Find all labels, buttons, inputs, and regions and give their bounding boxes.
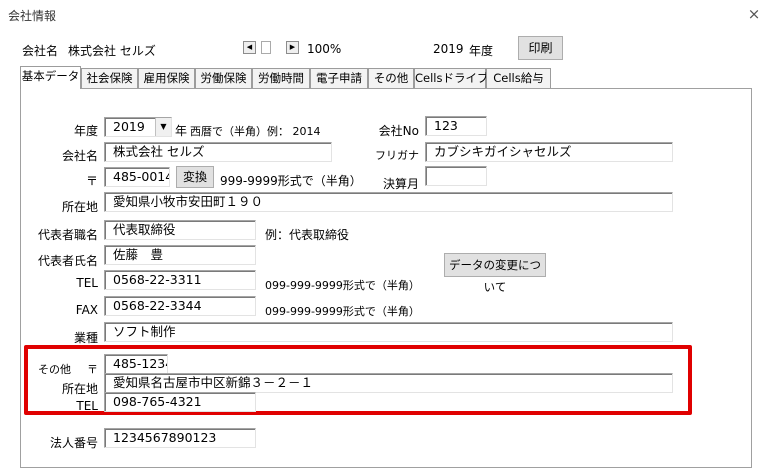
zoom-increase-button[interactable]: ▶ <box>286 41 299 54</box>
company-no-field[interactable]: 123 <box>425 116 487 136</box>
header-year-unit: 年度 <box>469 44 494 58</box>
rep-title-hint: 例：代表取締役 <box>265 228 350 242</box>
postal-hint: 999-9999形式で（半角） <box>220 174 362 188</box>
year-label: 年度 <box>73 124 98 138</box>
other-address-field[interactable]: 愛知県名古屋市中区新錦３－２－１ <box>104 373 673 393</box>
tab-employment-insurance[interactable]: 雇用保険 <box>138 68 195 88</box>
zoom-decrease-button[interactable]: ◀ <box>243 41 256 54</box>
address-label: 所在地 <box>61 200 98 214</box>
company-name-field[interactable]: 株式会社 セルズ <box>104 142 332 162</box>
other-tel-field[interactable]: 098-765-4321 <box>104 392 256 412</box>
fiscal-month-label: 決算月 <box>382 177 419 191</box>
fiscal-month-field[interactable] <box>425 166 487 186</box>
tab-other[interactable]: その他 <box>368 68 414 88</box>
other-postal-label: 〒 <box>87 363 98 376</box>
industry-label: 業種 <box>73 331 98 345</box>
year-hint: 西暦で（半角）例： 2014 <box>190 125 321 138</box>
other-tel-label: TEL <box>76 399 98 413</box>
postal-label: 〒 <box>85 174 98 188</box>
window-title: 会社情報 <box>8 9 57 23</box>
rep-title-label: 代表者職名 <box>37 228 98 242</box>
tab-cells-payroll[interactable]: Cells給与 <box>486 68 551 88</box>
other-label: その他 <box>38 363 71 376</box>
print-button[interactable]: 印刷 <box>518 36 563 60</box>
tel-hint: 099-999-9999形式で（半角） <box>265 279 420 292</box>
postal-field[interactable]: 485-0014 <box>104 167 170 187</box>
tab-labor-insurance[interactable]: 労働保険 <box>195 68 252 88</box>
year-unit: 年 <box>175 124 188 138</box>
chevron-down-icon[interactable]: ▼ <box>155 118 171 136</box>
tel-field[interactable]: 0568-22-3311 <box>104 270 256 290</box>
zoom-level: 100% <box>307 42 342 56</box>
convert-button[interactable]: 変換 <box>176 166 214 188</box>
tab-basic-data[interactable]: 基本データ <box>20 66 81 89</box>
corp-no-field[interactable]: 1234567890123 <box>104 428 256 448</box>
address-field[interactable]: 愛知県小牧市安田町１９０ <box>104 192 673 212</box>
year-select[interactable]: 2019 ▼ <box>104 117 172 137</box>
rep-title-field[interactable]: 代表取締役 <box>104 220 256 240</box>
tel-label: TEL <box>76 276 98 290</box>
other-postal-field[interactable]: 485-1234 <box>104 354 168 374</box>
fax-label: FAX <box>75 303 98 317</box>
company-name: 株式会社 セルズ <box>68 44 156 58</box>
furigana-field[interactable]: カブシキガイシャセルズ <box>425 142 673 162</box>
tab-e-filing[interactable]: 電子申請 <box>310 68 368 88</box>
fax-field[interactable]: 0568-22-3344 <box>104 296 256 316</box>
data-change-button[interactable]: データの変更について <box>444 253 546 294</box>
name-label: 会社名 <box>61 149 98 163</box>
year-select-value: 2019 <box>113 119 145 134</box>
title-bar <box>0 0 768 28</box>
tab-working-hours[interactable]: 労働時間 <box>252 68 310 88</box>
tab-cells-drive[interactable]: Cellsドライブ <box>414 68 489 88</box>
tab-social-insurance[interactable]: 社会保険 <box>81 68 138 88</box>
fax-hint: 099-999-9999形式で（半角） <box>265 305 420 318</box>
other-address-label: 所在地 <box>61 382 98 396</box>
rep-name-field[interactable]: 佐藤 豊 <box>104 245 256 265</box>
header-year: 2019 <box>433 42 464 56</box>
rep-name-label: 代表者氏名 <box>37 254 98 268</box>
corp-no-label: 法人番号 <box>49 436 98 450</box>
industry-field[interactable]: ソフト制作 <box>104 322 673 342</box>
close-icon[interactable]: × <box>744 4 764 24</box>
furigana-label: フリガナ <box>375 149 419 162</box>
zoom-slider-thumb[interactable] <box>261 41 271 54</box>
company-no-label: 会社No <box>378 124 419 138</box>
company-label: 会社名 <box>22 44 59 58</box>
